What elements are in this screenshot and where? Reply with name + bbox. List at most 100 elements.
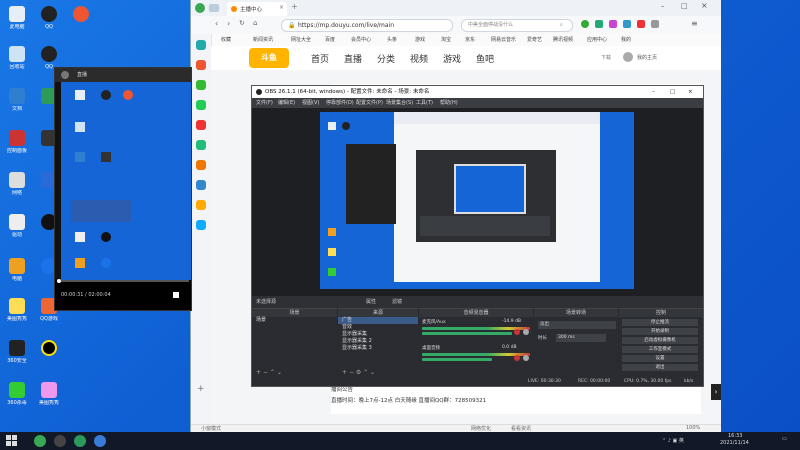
bookmark-item[interactable]: 新闻资讯 <box>253 36 273 43</box>
add-icon[interactable]: + <box>256 369 261 376</box>
extension-icon[interactable] <box>581 20 589 28</box>
up-icon[interactable]: ⌃ <box>270 369 275 376</box>
add-icon[interactable]: + <box>342 369 347 376</box>
source-item[interactable]: 显示器采集 2 <box>338 338 418 345</box>
fullscreen-icon[interactable] <box>173 292 179 298</box>
close-icon[interactable]: × <box>688 86 693 98</box>
menu-icon[interactable]: ≡ <box>691 19 698 28</box>
remove-icon[interactable]: − <box>349 369 354 376</box>
bookmark-item[interactable]: 淘宝 <box>441 36 451 43</box>
sidebar-app-icon[interactable] <box>196 40 206 50</box>
desktop-icon-docs[interactable]: 文档 <box>2 88 32 112</box>
stop-streaming-button[interactable]: 停止推流 <box>622 319 698 326</box>
network-opt[interactable]: 网络优化 <box>471 425 491 432</box>
sidebar-app-icon[interactable] <box>196 100 206 110</box>
menu-edit[interactable]: 编辑(E) <box>278 98 295 108</box>
down-icon[interactable]: ⌄ <box>370 369 375 376</box>
browser-taskbar-icon[interactable] <box>34 435 46 447</box>
sidebar-app-icon[interactable] <box>196 180 206 190</box>
desktop-icon-360[interactable]: 360安全 <box>2 340 32 364</box>
gear-icon[interactable] <box>523 355 529 361</box>
sidebar-app-icon[interactable] <box>196 200 206 210</box>
desktop-icon-yellow[interactable] <box>34 340 64 358</box>
properties-button[interactable]: 属性 <box>366 296 376 308</box>
refresh-icon[interactable]: ↻ <box>239 19 245 27</box>
obs-taskbar-icon[interactable] <box>94 435 106 447</box>
app-taskbar-icon[interactable] <box>54 435 66 447</box>
up-icon[interactable]: ⌃ <box>363 369 368 376</box>
sidebar-app-icon[interactable] <box>196 140 206 150</box>
virtual-camera-button[interactable]: 启动虚拟摄像机 <box>622 337 698 344</box>
extension-icon[interactable] <box>651 20 659 28</box>
avatar[interactable] <box>623 52 633 62</box>
nav-game[interactable]: 游戏 <box>443 52 461 65</box>
source-item[interactable]: 显示器采集 <box>338 331 418 338</box>
bookmark-item[interactable]: 应用中心 <box>587 36 607 43</box>
search-box[interactable]: 中美全面停战没什么 ⌕ <box>461 19 573 32</box>
nav-fishbar[interactable]: 鱼吧 <box>476 52 494 65</box>
tab-anchor-center[interactable]: 主播中心 × <box>227 2 287 16</box>
desktop-icon-control[interactable]: 控制面板 <box>2 130 32 154</box>
back-icon[interactable]: ‹ <box>215 19 218 28</box>
bookmark-item[interactable]: 会员中心 <box>351 36 371 43</box>
mute-icon[interactable] <box>514 329 520 335</box>
desktop-icon-driver[interactable]: 驱动 <box>2 214 32 238</box>
progress-bar[interactable] <box>57 279 189 283</box>
close-icon[interactable]: × <box>701 1 708 10</box>
weibo-icon[interactable] <box>196 60 206 70</box>
extension-icon[interactable] <box>623 20 631 28</box>
home-icon[interactable]: ⌂ <box>253 19 257 27</box>
tab-close-icon[interactable]: × <box>279 4 284 11</box>
clock-date[interactable]: 2021/11/14 <box>720 440 749 446</box>
desktop-icon-meitu2[interactable]: 美图秀秀 <box>34 382 64 406</box>
news-link[interactable]: 看看资讯 <box>511 425 531 432</box>
maximize-icon[interactable]: □ <box>670 86 675 98</box>
source-item[interactable]: 广告 <box>338 317 418 324</box>
collapse-arrow-icon[interactable]: › <box>711 384 721 400</box>
source-item[interactable]: 音效 <box>338 324 418 331</box>
transition-select[interactable]: 淡出 <box>538 321 616 329</box>
mini-mode-toggle[interactable]: 小窗模式 <box>201 425 221 432</box>
desktop-icon-pc[interactable]: 电脑 <box>2 258 32 282</box>
notification-icon[interactable]: ▭ <box>782 436 787 442</box>
desktop-icon-meitu[interactable]: 美图秀秀 <box>2 298 32 322</box>
extension-icon[interactable] <box>595 20 603 28</box>
bookmark-item[interactable]: 网址大全 <box>291 36 311 43</box>
bookmark-item[interactable]: 百度 <box>325 36 335 43</box>
mute-icon[interactable] <box>514 355 520 361</box>
clock-time[interactable]: 16:33 <box>728 433 742 439</box>
nav-home[interactable]: 首页 <box>311 52 329 65</box>
desktop-icon-360-kill[interactable]: 360杀毒 <box>2 382 32 406</box>
bookmark-item[interactable]: 腾讯视频 <box>553 36 573 43</box>
bookmark-item[interactable]: 爱奇艺 <box>527 36 542 43</box>
bookmark-item[interactable]: 京东 <box>465 36 475 43</box>
app-taskbar-icon[interactable] <box>74 435 86 447</box>
search-icon[interactable]: ⌕ <box>560 20 563 31</box>
settings-button[interactable]: 设置 <box>622 355 698 362</box>
extension-icon[interactable] <box>637 20 645 28</box>
duration-input[interactable]: 300 ms <box>556 334 606 342</box>
gear-icon[interactable]: ⚙ <box>356 369 361 376</box>
gear-icon[interactable] <box>523 329 529 335</box>
menu-tools[interactable]: 工具(T) <box>416 98 433 108</box>
forward-icon[interactable]: › <box>227 19 230 28</box>
sidebar-app-icon[interactable] <box>196 220 206 230</box>
sidebar-app-icon[interactable] <box>196 160 206 170</box>
sidebar-app-icon[interactable] <box>196 80 206 90</box>
user-name[interactable]: 我的主页 <box>637 54 657 61</box>
bookmark-item[interactable]: 头条 <box>387 36 397 43</box>
desktop-icon-recycle[interactable]: 回收站 <box>2 46 32 70</box>
menu-scene-collection[interactable]: 场景集合(S) <box>386 98 413 108</box>
preview-canvas[interactable] <box>320 112 634 289</box>
menu-view[interactable]: 视图(V) <box>302 98 319 108</box>
nav-live[interactable]: 直播 <box>344 52 362 65</box>
zoom-level[interactable]: 100% <box>686 425 700 431</box>
tray-icons[interactable]: ⌃ ♪ ▣ 英 <box>662 437 684 444</box>
nav-video[interactable]: 视频 <box>410 52 428 65</box>
start-button[interactable] <box>6 435 18 447</box>
remove-icon[interactable]: − <box>263 369 268 376</box>
new-tab-icon[interactable]: + <box>291 2 298 11</box>
bookmark-item[interactable]: 我的 <box>621 36 631 43</box>
source-item[interactable]: 显示器采集 3 <box>338 345 418 352</box>
bookmark-item[interactable]: 游戏 <box>415 36 425 43</box>
